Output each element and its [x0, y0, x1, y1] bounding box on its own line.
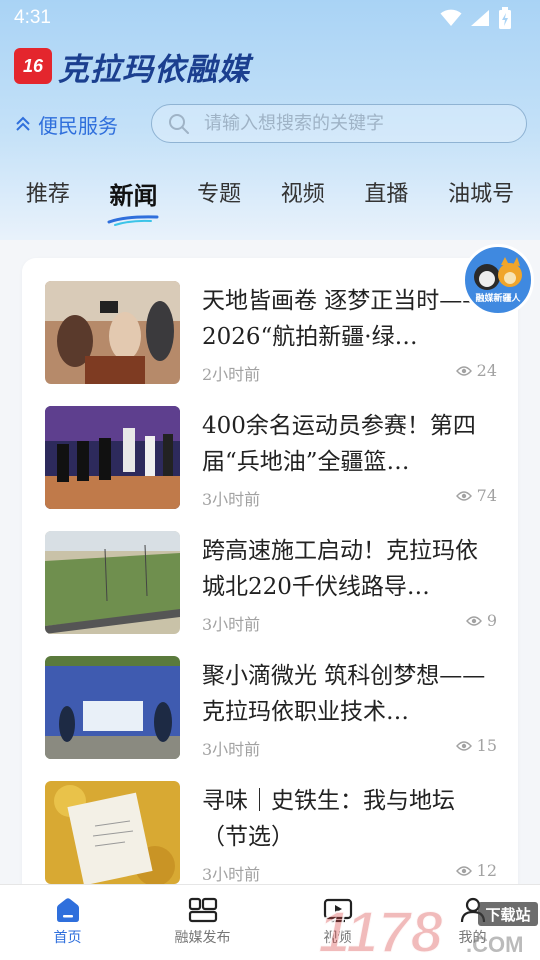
- news-title: 400余名运动员参赛！第四届“兵地油”全疆篮…: [202, 413, 476, 475]
- mascot-label: 融媒新疆人: [475, 294, 521, 304]
- tab-oil-city[interactable]: 油城号: [448, 166, 514, 208]
- wifi-icon: [440, 9, 462, 26]
- news-views: 74: [455, 486, 497, 505]
- news-views: 9: [465, 611, 497, 630]
- video-icon: [323, 898, 352, 923]
- news-views: 15: [455, 736, 497, 755]
- views-count: 12: [476, 861, 497, 880]
- news-time: 3小时前: [202, 865, 261, 884]
- search-box[interactable]: [151, 104, 527, 143]
- tab-live[interactable]: 直播: [364, 166, 408, 208]
- news-item[interactable]: 寻味｜史铁生：我与地坛（节选） 3小时前 12: [22, 781, 518, 891]
- views-count: 74: [476, 486, 497, 505]
- tab-news[interactable]: 新闻: [107, 166, 159, 226]
- brand-name: 克拉玛依融媒: [58, 51, 250, 88]
- brand-logo: 16: [14, 48, 52, 84]
- status-bar: 4:31: [0, 0, 540, 36]
- brand: 16 克拉玛依融媒: [14, 46, 250, 88]
- news-item[interactable]: 400余名运动员参赛！第四届“兵地油”全疆篮… 3小时前 74: [22, 406, 518, 516]
- nav-home[interactable]: 首页: [0, 885, 135, 947]
- news-thumbnail: [45, 656, 180, 759]
- nav-label: 首页: [53, 930, 82, 946]
- active-tab-underline: [107, 215, 159, 226]
- tab-label: 油城号: [448, 182, 515, 207]
- tab-topics[interactable]: 专题: [197, 166, 241, 208]
- news-thumbnail: [45, 281, 180, 384]
- news-list: 天地皆画卷 逐梦正当时——2026“航拍新疆·绿… 2小时前 24 400余名运…: [22, 258, 518, 898]
- eye-icon: [455, 490, 472, 501]
- tab-label: 推荐: [25, 182, 70, 207]
- news-views: 12: [455, 861, 497, 880]
- news-time: 3小时前: [202, 740, 261, 759]
- mascot-float-button[interactable]: 融媒新疆人: [462, 244, 534, 316]
- tab-label: 视频: [280, 182, 325, 207]
- double-chevron-up-icon: [16, 116, 30, 131]
- service-label: 便民服务: [38, 113, 118, 138]
- grid-icon: [188, 897, 217, 923]
- news-thumbnail: [45, 531, 180, 634]
- tab-recommend[interactable]: 推荐: [26, 166, 70, 208]
- news-thumbnail: [45, 406, 180, 509]
- news-title: 聚小滴微光 筑科创梦想——克拉玛依职业技术…: [202, 663, 486, 725]
- search-input[interactable]: [204, 113, 494, 134]
- news-thumbnail: [45, 781, 180, 884]
- nav-label: 视频: [323, 930, 352, 946]
- nav-mine[interactable]: 我的: [405, 885, 540, 947]
- tab-label: 新闻: [109, 182, 158, 210]
- views-count: 9: [486, 611, 497, 630]
- user-icon: [460, 897, 485, 923]
- news-title: 跨高速施工启动！克拉玛依城北220千伏线路导…: [202, 538, 478, 600]
- service-link[interactable]: 便民服务: [14, 108, 118, 140]
- news-views: 24: [455, 361, 497, 380]
- nav-label: 融媒发布: [174, 930, 231, 946]
- eye-icon: [465, 615, 482, 626]
- news-time: 2小时前: [202, 365, 261, 384]
- status-icons: [440, 7, 512, 29]
- tab-label: 直播: [364, 182, 409, 207]
- news-item[interactable]: 跨高速施工启动！克拉玛依城北220千伏线路导… 3小时前 9: [22, 531, 518, 641]
- news-item[interactable]: 天地皆画卷 逐梦正当时——2026“航拍新疆·绿… 2小时前 24: [22, 281, 518, 391]
- status-time: 4:31: [14, 7, 51, 28]
- tab-label: 专题: [197, 182, 242, 207]
- signal-icon: [471, 10, 489, 26]
- news-time: 3小时前: [202, 615, 261, 634]
- home-icon: [56, 898, 79, 922]
- eye-icon: [455, 865, 472, 876]
- nav-media-release[interactable]: 融媒发布: [135, 885, 270, 947]
- news-title: 寻味｜史铁生：我与地坛（节选）: [202, 788, 455, 850]
- views-count: 24: [476, 361, 497, 380]
- news-title: 天地皆画卷 逐梦正当时——2026“航拍新疆·绿…: [202, 288, 486, 350]
- nav-label: 我的: [458, 930, 487, 946]
- eye-icon: [455, 740, 472, 751]
- battery-icon: [499, 7, 511, 29]
- bottom-nav: 首页 融媒发布 视频 我的: [0, 884, 540, 960]
- search-icon: [169, 113, 189, 134]
- eye-icon: [455, 365, 472, 376]
- brand-logo-text: 16: [22, 55, 44, 76]
- news-item[interactable]: 聚小滴微光 筑科创梦想——克拉玛依职业技术… 3小时前 15: [22, 656, 518, 766]
- nav-video[interactable]: 视频: [270, 885, 405, 947]
- channel-tabs: 推荐 新闻 专题 视频 直播 油城号: [0, 166, 540, 226]
- tab-video[interactable]: 视频: [281, 166, 325, 208]
- views-count: 15: [476, 736, 497, 755]
- news-time: 3小时前: [202, 490, 261, 509]
